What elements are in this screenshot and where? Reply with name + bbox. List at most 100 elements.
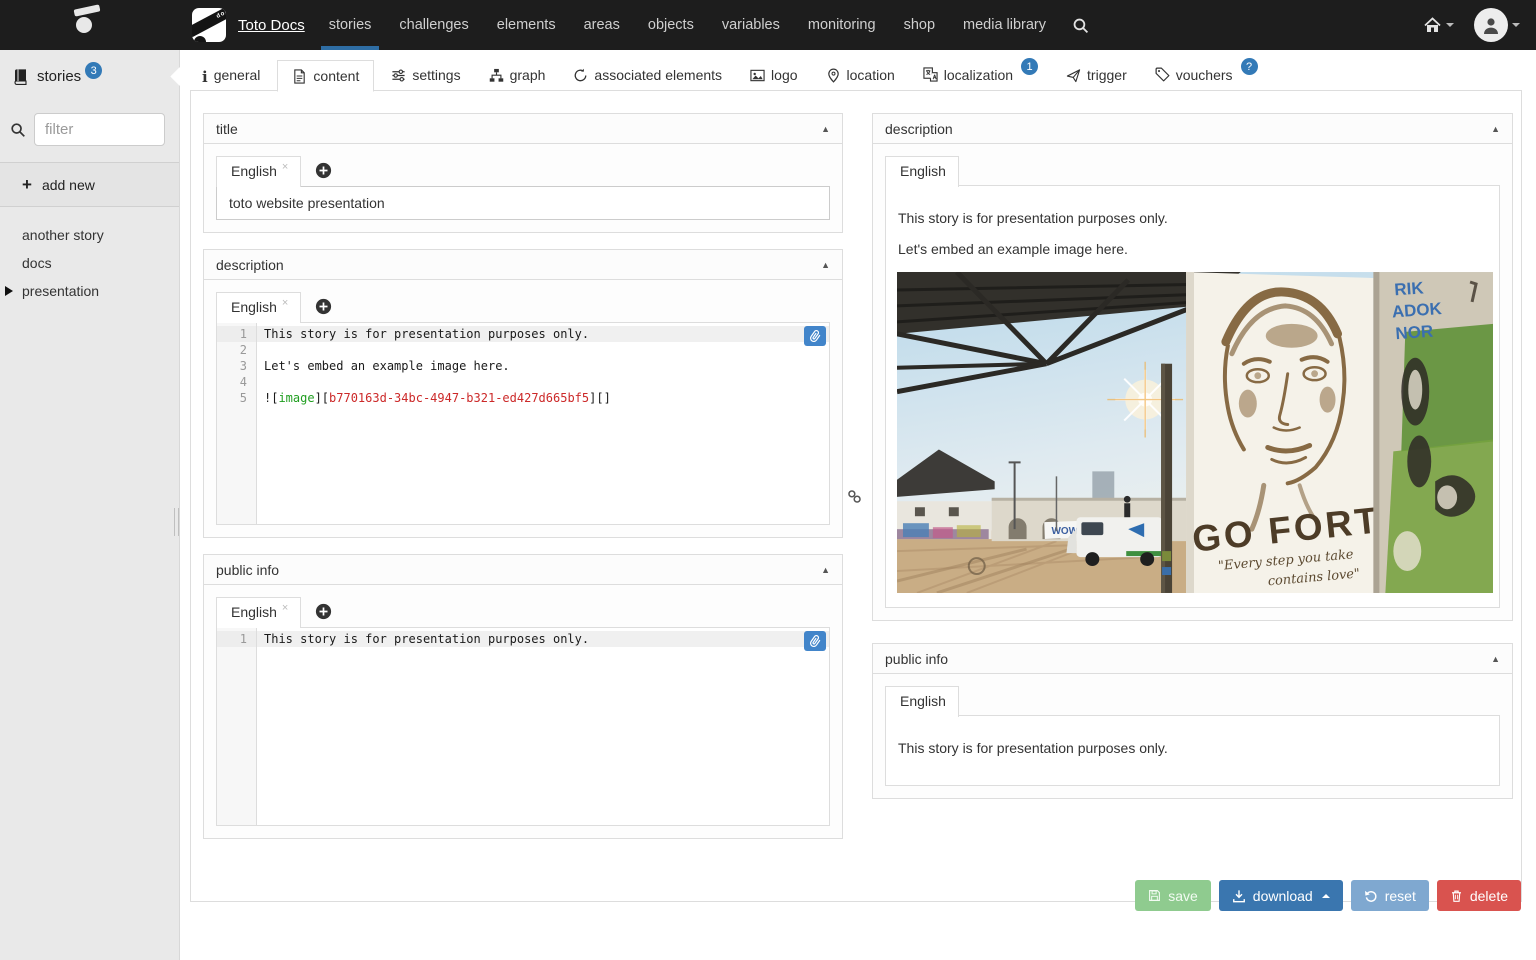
description-editor-panel: description ▲ English ×	[203, 249, 843, 538]
public-info-preview-panel: public info ▲ English This story is for …	[872, 643, 1513, 799]
vouchers-badge: ?	[1241, 58, 1258, 75]
public-info-code-editor[interactable]: 1 This story is for presentation purpose…	[216, 627, 830, 826]
description-code-editor[interactable]: 1 2 3 4 5 This story is for presentation…	[216, 322, 830, 525]
tab-settings[interactable]: settings	[380, 59, 471, 91]
add-new-button[interactable]: + add new	[0, 162, 179, 207]
add-language-button[interactable]	[315, 298, 332, 315]
story-item-docs[interactable]: docs	[0, 249, 179, 277]
tab-label: content	[313, 68, 359, 84]
filter-input[interactable]	[34, 113, 165, 146]
download-icon	[1232, 889, 1246, 903]
reset-button[interactable]: reset	[1351, 880, 1429, 911]
nav-media-library[interactable]: media library	[949, 0, 1060, 50]
panel-title: title	[216, 121, 238, 137]
collapse-caret-icon[interactable]: ▲	[1491, 654, 1500, 664]
nav-objects[interactable]: objects	[634, 0, 708, 50]
line-number: 1	[217, 631, 256, 647]
save-button[interactable]: save	[1135, 880, 1211, 911]
attach-media-button[interactable]	[804, 326, 826, 346]
line-number: 2	[217, 342, 247, 358]
story-item-presentation[interactable]: presentation	[0, 277, 179, 305]
user-caret-icon	[1512, 23, 1520, 27]
app-icon-ring	[194, 36, 206, 42]
document-icon	[292, 69, 307, 84]
tab-trigger[interactable]: trigger	[1055, 59, 1138, 91]
lang-tab-label: English	[231, 299, 277, 315]
code-line: Let's embed an example image here.	[257, 358, 829, 374]
nav-elements[interactable]: elements	[483, 0, 570, 50]
lang-tab-label: English	[900, 163, 946, 179]
panel-title: public info	[885, 651, 948, 667]
lang-tab-english[interactable]: English	[885, 156, 959, 187]
collapse-caret-icon[interactable]: ▲	[821, 565, 830, 575]
toto-docs-app-icon[interactable]: docs	[192, 8, 226, 42]
brand-name[interactable]: Toto Docs	[238, 17, 305, 34]
close-tab-icon[interactable]: ×	[282, 602, 288, 614]
title-panel: title ▲ English ×	[203, 113, 843, 233]
preview-paragraph: This story is for presentation purposes …	[898, 740, 1487, 756]
md-image-uuid: b770163d-34bc-4947-b321-ed427d665bf5	[329, 391, 589, 405]
tab-logo[interactable]: logo	[739, 59, 808, 91]
nav-stories[interactable]: stories	[315, 0, 386, 50]
tab-content[interactable]: content	[277, 60, 374, 92]
preview-paragraph: This story is for presentation purposes …	[898, 210, 1487, 226]
sidebar-header: stories 3	[0, 50, 179, 103]
code-area: This story is for presentation purposes …	[257, 323, 829, 524]
localization-badge: 1	[1021, 58, 1038, 75]
panel-title: description	[885, 121, 953, 137]
navbar-search-button[interactable]	[1060, 17, 1101, 34]
tab-vouchers[interactable]: vouchers ?	[1144, 58, 1269, 91]
description-preview-content: This story is for presentation purposes …	[885, 185, 1500, 608]
collapse-caret-icon[interactable]: ▲	[821, 124, 830, 134]
lang-tab-english[interactable]: English ×	[216, 292, 301, 323]
sitemap-icon	[489, 68, 504, 83]
download-button[interactable]: download	[1219, 880, 1343, 911]
nav-monitoring[interactable]: monitoring	[794, 0, 890, 50]
description-panel-header: description ▲	[204, 250, 842, 280]
preview-paragraph: Let's embed an example image here.	[898, 241, 1487, 257]
line-number: 1	[217, 326, 256, 342]
avatar	[1474, 8, 1508, 42]
attach-media-button[interactable]	[804, 631, 826, 651]
tab-general[interactable]: i general	[191, 59, 271, 91]
sidebar-title: stories	[37, 68, 81, 85]
action-buttons: save download reset delete	[1135, 880, 1521, 911]
nav-challenges[interactable]: challenges	[385, 0, 482, 50]
delete-button[interactable]: delete	[1437, 880, 1521, 911]
collapse-caret-icon[interactable]: ▲	[1491, 124, 1500, 134]
toto-logo-icon[interactable]	[72, 5, 112, 45]
lang-tab-english[interactable]: English ×	[216, 156, 301, 187]
tab-localization[interactable]: localization 1	[912, 58, 1049, 91]
trash-icon	[1450, 889, 1463, 903]
tab-label: trigger	[1087, 67, 1127, 83]
close-tab-icon[interactable]: ×	[282, 297, 288, 309]
panel-title: description	[216, 257, 284, 273]
link-columns-icon[interactable]	[847, 489, 862, 504]
tab-graph[interactable]: graph	[478, 59, 557, 91]
title-input[interactable]	[216, 186, 830, 220]
nav-areas[interactable]: areas	[570, 0, 634, 50]
close-tab-icon[interactable]: ×	[282, 161, 288, 173]
line-number: 4	[217, 374, 247, 390]
tab-associated-elements[interactable]: associated elements	[562, 59, 733, 91]
lang-tab-english[interactable]: English	[885, 686, 959, 717]
story-item-another-story[interactable]: another story	[0, 221, 179, 249]
user-menu[interactable]	[1460, 8, 1520, 42]
code-line	[257, 374, 829, 390]
line-number: 5	[217, 390, 247, 406]
add-language-button[interactable]	[315, 603, 332, 620]
tab-location[interactable]: location	[815, 59, 906, 91]
embedded-story-photo: WOW U	[897, 272, 1489, 593]
lang-tab-english[interactable]: English ×	[216, 597, 301, 628]
home-menu[interactable]	[1423, 17, 1454, 34]
code-area: This story is for presentation purposes …	[257, 628, 829, 825]
nav-shop[interactable]: shop	[890, 0, 949, 50]
code-line: This story is for presentation purposes …	[257, 326, 829, 342]
collapse-caret-icon[interactable]: ▲	[821, 260, 830, 270]
tab-label: graph	[510, 67, 546, 83]
nav-variables[interactable]: variables	[708, 0, 794, 50]
sidebar-resize-handle[interactable]	[174, 508, 179, 536]
add-language-button[interactable]	[315, 162, 332, 179]
graffiti-text-line3: NOR	[1395, 322, 1434, 344]
lang-tab-label: English	[231, 163, 277, 179]
